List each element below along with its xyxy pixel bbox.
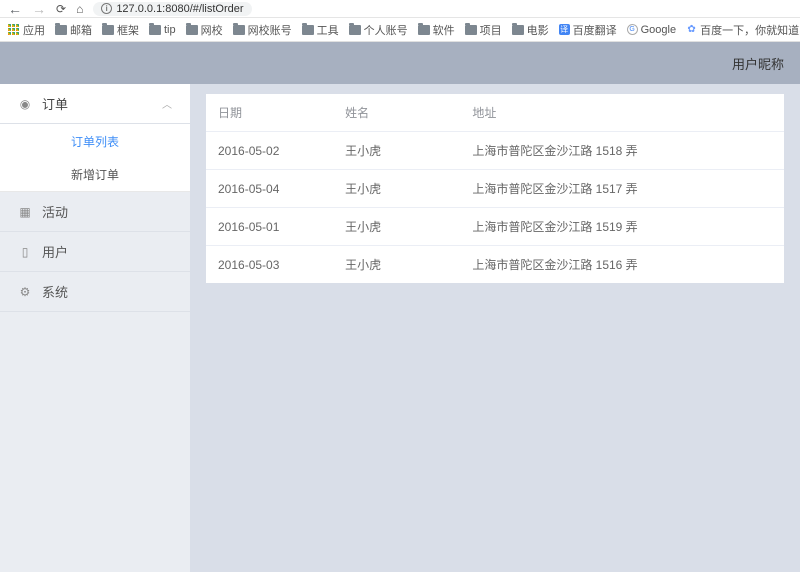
sidebar-subitem-label: 新增订单 <box>71 166 119 183</box>
folder-icon <box>186 25 198 35</box>
bookmark-item[interactable]: 框架 <box>102 22 139 38</box>
sidebar: ◉ 订单 ︿ 订单列表 新增订单 ▦ 活动 ▯ 用户 ⚙ 系统 <box>0 84 190 572</box>
cell-date: 2016-05-02 <box>206 132 333 170</box>
folder-icon <box>465 25 477 35</box>
table-row[interactable]: 2016-05-03王小虎上海市普陀区金沙江路 1516 弄 <box>206 246 784 284</box>
cell-addr: 上海市普陀区金沙江路 1517 弄 <box>460 170 784 208</box>
table-row[interactable]: 2016-05-01王小虎上海市普陀区金沙江路 1519 弄 <box>206 208 784 246</box>
sidebar-subitem-order-new[interactable]: 新增订单 <box>0 158 190 192</box>
sidebar-item-system[interactable]: ⚙ 系统 <box>0 272 190 312</box>
site-info-icon[interactable]: i <box>101 3 112 14</box>
bookmarks-bar: 应用 邮箱 框架 tip 网校 网校账号 工具 个人账号 软件 项目 电影 译百… <box>0 18 800 42</box>
cell-addr: 上海市普陀区金沙江路 1519 弄 <box>460 208 784 246</box>
bookmark-item[interactable]: 电影 <box>512 22 549 38</box>
sidebar-item-label: 系统 <box>42 282 68 301</box>
url-text: 127.0.0.1:8080/#/listOrder <box>116 3 243 15</box>
cell-addr: 上海市普陀区金沙江路 1518 弄 <box>460 132 784 170</box>
folder-icon <box>349 25 361 35</box>
folder-icon <box>512 25 524 35</box>
user-nickname-label[interactable]: 用户昵称 <box>732 54 784 73</box>
bookmark-item[interactable]: 译百度翻译 <box>559 22 617 38</box>
main-content: 日期 姓名 地址 2016-05-02王小虎上海市普陀区金沙江路 1518 弄2… <box>190 84 800 572</box>
home-icon[interactable]: ⌂ <box>76 2 83 16</box>
cell-name: 王小虎 <box>333 170 460 208</box>
folder-icon <box>102 25 114 35</box>
baidu-icon: ✿ <box>686 24 697 35</box>
bookmark-item[interactable]: 工具 <box>302 22 339 38</box>
forward-icon[interactable]: → <box>32 1 46 17</box>
sidebar-item-order[interactable]: ◉ 订单 ︿ <box>0 84 190 124</box>
col-header-addr: 地址 <box>460 94 784 132</box>
bookmark-item[interactable]: GGoogle <box>627 24 676 36</box>
apps-button[interactable]: 应用 <box>8 22 45 38</box>
folder-icon <box>302 25 314 35</box>
folder-icon <box>55 25 67 35</box>
bookmark-item[interactable]: ✿百度一下，你就知道 <box>686 22 799 38</box>
sidebar-item-user[interactable]: ▯ 用户 <box>0 232 190 272</box>
chevron-up-icon: ︿ <box>162 96 172 111</box>
cell-name: 王小虎 <box>333 208 460 246</box>
back-icon[interactable]: ← <box>8 1 22 17</box>
sidebar-item-activity[interactable]: ▦ 活动 <box>0 192 190 232</box>
cell-date: 2016-05-01 <box>206 208 333 246</box>
order-table: 日期 姓名 地址 2016-05-02王小虎上海市普陀区金沙江路 1518 弄2… <box>206 94 784 283</box>
gear-icon: ⚙ <box>18 285 32 299</box>
cell-date: 2016-05-03 <box>206 246 333 284</box>
reload-icon[interactable]: ⟳ <box>56 2 66 16</box>
apps-label: 应用 <box>23 22 45 38</box>
address-bar[interactable]: i 127.0.0.1:8080/#/listOrder <box>93 2 251 16</box>
browser-chrome: ← → ⟳ ⌂ i 127.0.0.1:8080/#/listOrder <box>0 0 800 18</box>
app-header: 用户昵称 <box>0 42 800 84</box>
bookmark-item[interactable]: 网校账号 <box>233 22 292 38</box>
col-header-date: 日期 <box>206 94 333 132</box>
location-icon: ◉ <box>18 97 32 111</box>
sidebar-item-label: 用户 <box>42 242 68 261</box>
sidebar-subitem-label: 订单列表 <box>71 133 119 150</box>
folder-icon <box>149 25 161 35</box>
bookmark-item[interactable]: 网校 <box>186 22 223 38</box>
google-icon: G <box>627 24 638 35</box>
cell-addr: 上海市普陀区金沙江路 1516 弄 <box>460 246 784 284</box>
table-row[interactable]: 2016-05-04王小虎上海市普陀区金沙江路 1517 弄 <box>206 170 784 208</box>
col-header-name: 姓名 <box>333 94 460 132</box>
sidebar-subitem-order-list[interactable]: 订单列表 <box>0 124 190 158</box>
bookmark-item[interactable]: tip <box>149 24 176 36</box>
cell-name: 王小虎 <box>333 246 460 284</box>
baidu-translate-icon: 译 <box>559 24 570 35</box>
cell-date: 2016-05-04 <box>206 170 333 208</box>
table-row[interactable]: 2016-05-02王小虎上海市普陀区金沙江路 1518 弄 <box>206 132 784 170</box>
bookmark-item[interactable]: 邮箱 <box>55 22 92 38</box>
bookmark-item[interactable]: 软件 <box>418 22 455 38</box>
folder-icon <box>418 25 430 35</box>
bookmark-item[interactable]: 项目 <box>465 22 502 38</box>
sidebar-item-label: 活动 <box>42 202 68 221</box>
app-body: ◉ 订单 ︿ 订单列表 新增订单 ▦ 活动 ▯ 用户 ⚙ 系统 日期 <box>0 84 800 572</box>
table-header-row: 日期 姓名 地址 <box>206 94 784 132</box>
apps-icon <box>8 24 20 36</box>
grid-icon: ▦ <box>18 205 32 219</box>
sidebar-item-label: 订单 <box>42 94 68 113</box>
folder-icon <box>233 25 245 35</box>
cell-name: 王小虎 <box>333 132 460 170</box>
document-icon: ▯ <box>18 245 32 259</box>
bookmark-item[interactable]: 个人账号 <box>349 22 408 38</box>
